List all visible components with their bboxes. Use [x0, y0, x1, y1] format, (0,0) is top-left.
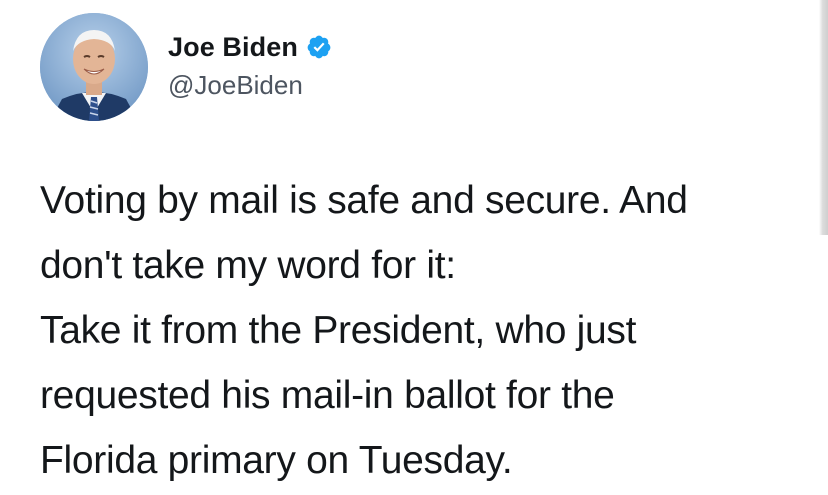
profile-photo-icon [40, 13, 148, 121]
tweet-text-line: don't take my word for it: [40, 244, 456, 287]
scrollbar[interactable] [819, 0, 828, 235]
tweet-text-line: Voting by mail is safe and secure. And [40, 179, 688, 222]
tweet-text-line: Take it from the President, who just [40, 309, 637, 352]
avatar[interactable] [40, 13, 148, 121]
tweet-text-line: requested his mail-in ballot for the [40, 374, 615, 417]
author-handle[interactable]: @JoeBiden [168, 70, 303, 101]
author-name-row: Joe Biden [168, 30, 332, 64]
tweet-text: Voting by mail is safe and secure. And d… [40, 168, 800, 493]
verified-badge-icon [306, 34, 332, 60]
display-name[interactable]: Joe Biden [168, 32, 298, 63]
tweet-text-line: Florida primary on Tuesday. [40, 439, 513, 482]
tweet-card: Joe Biden @JoeBiden Voting by mail is sa… [0, 0, 828, 495]
